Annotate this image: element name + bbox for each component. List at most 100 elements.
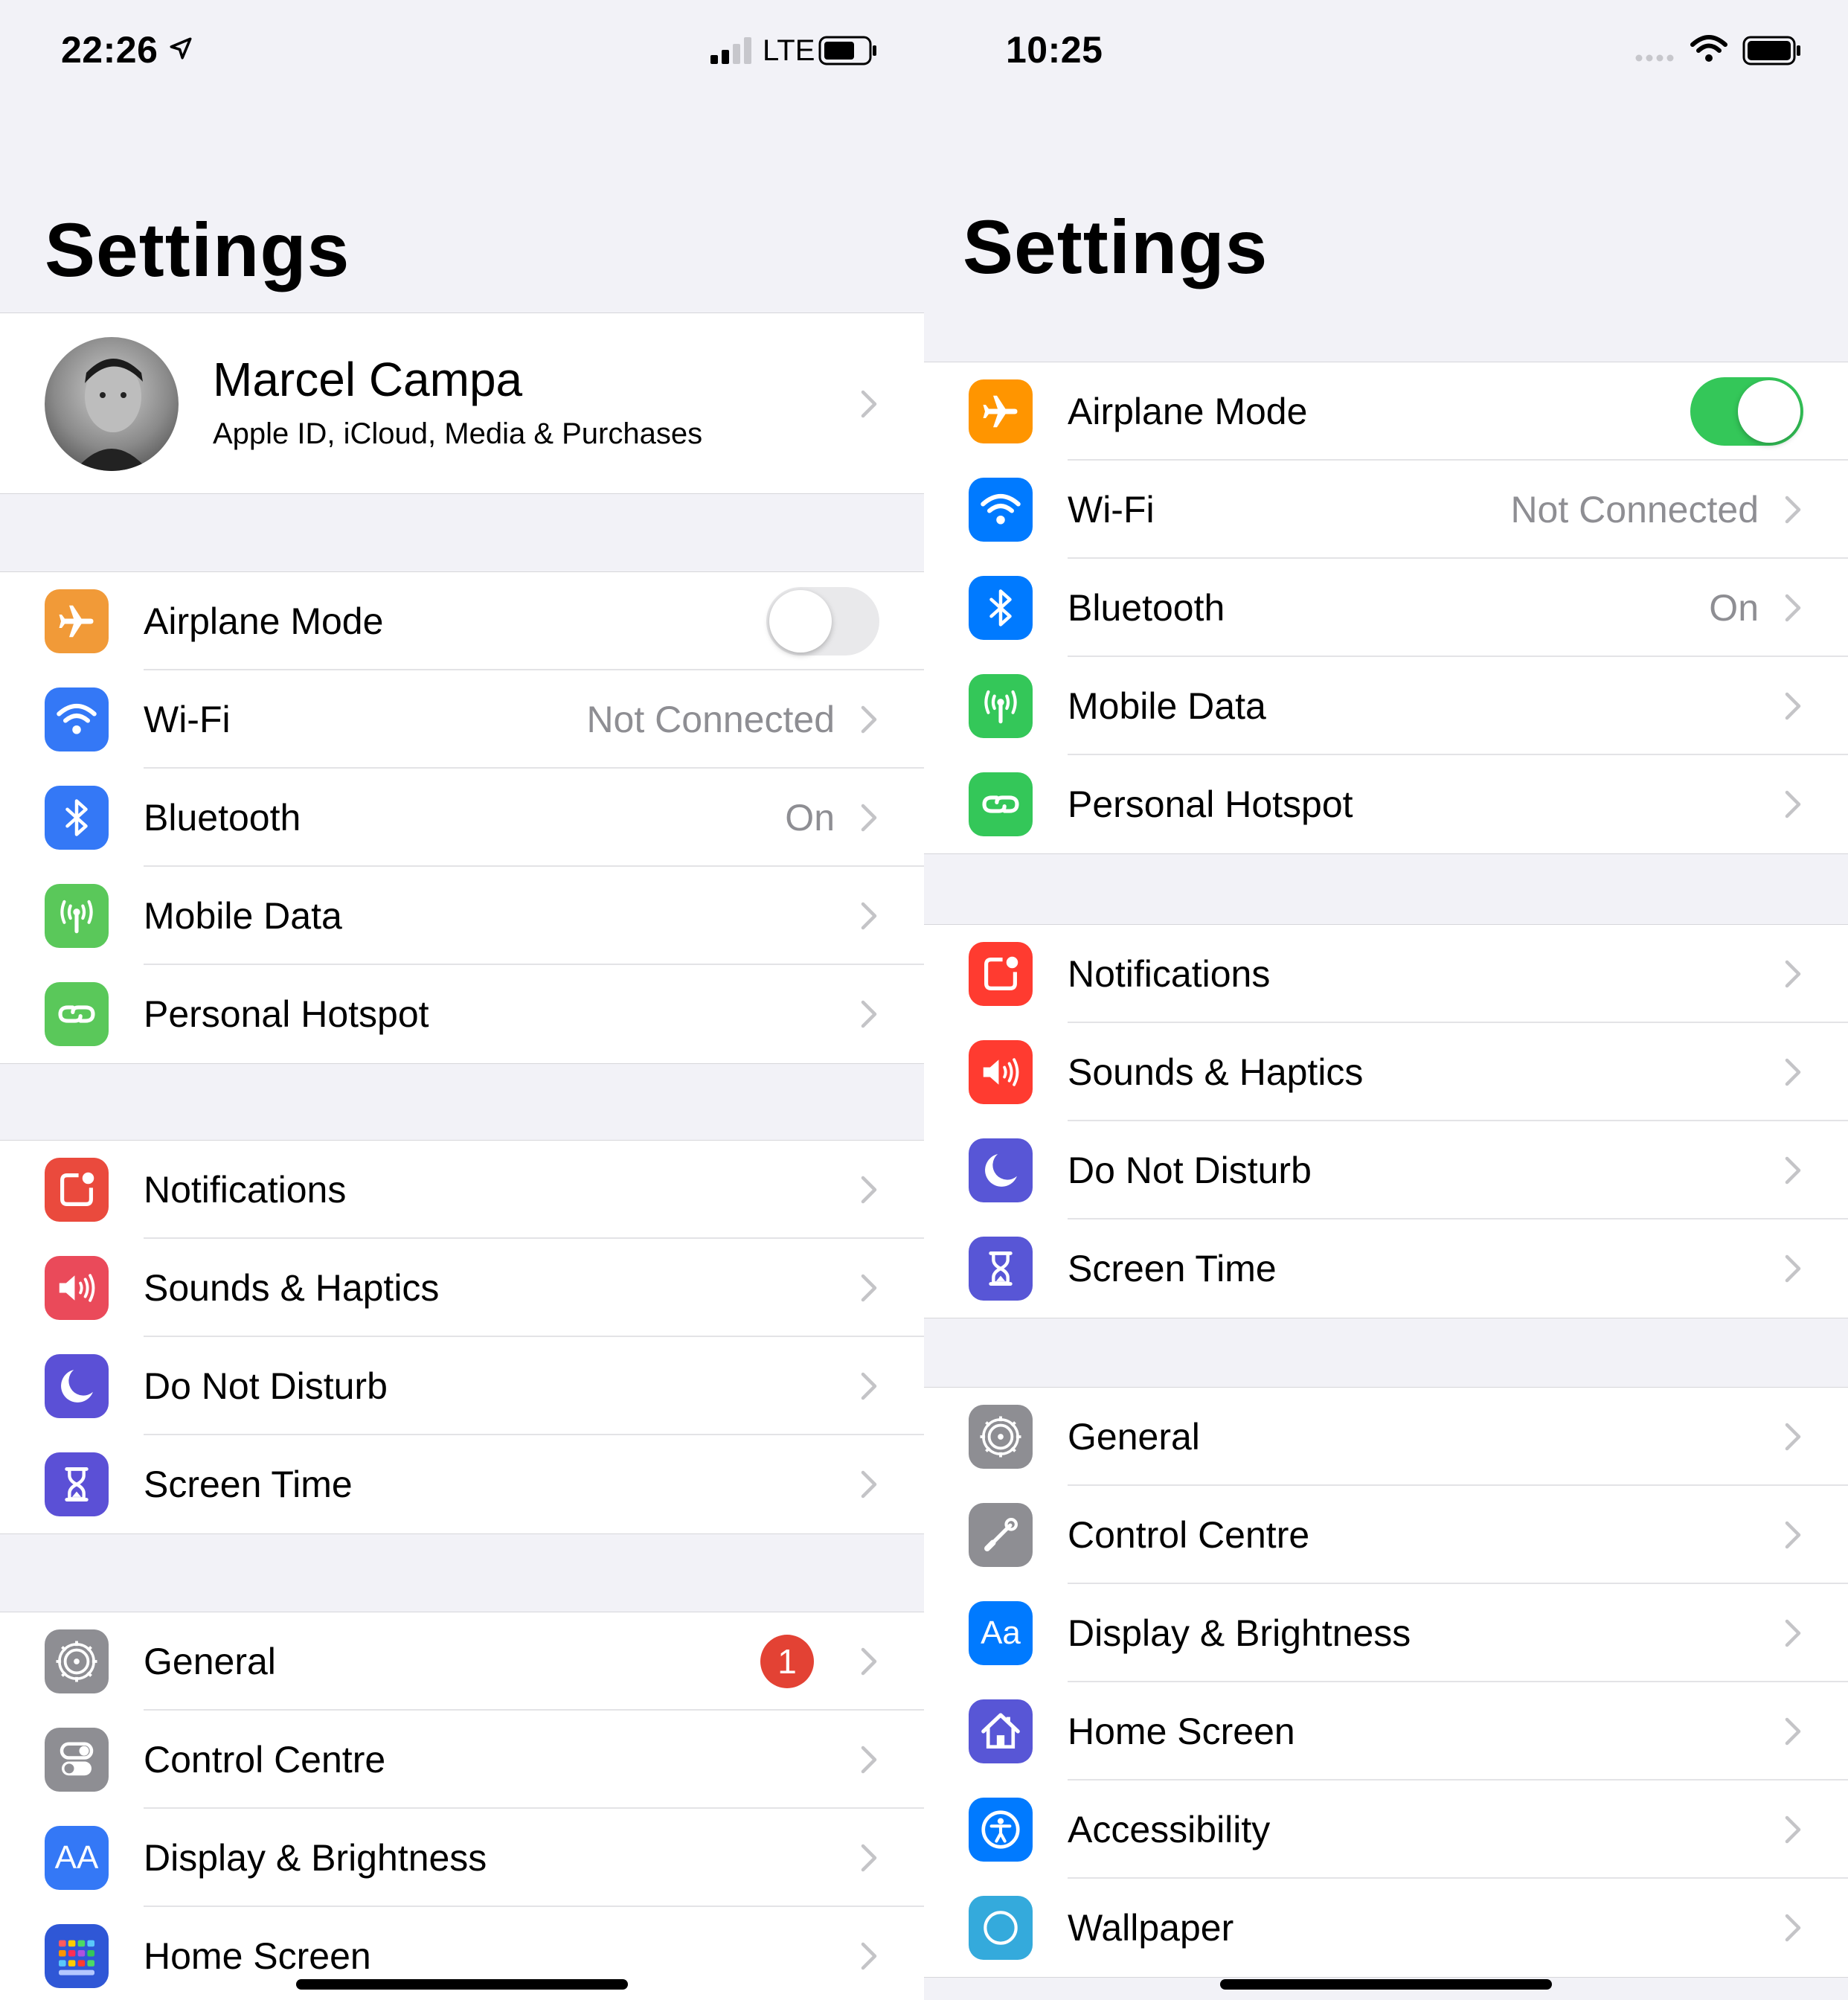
row-value: On (1709, 587, 1759, 629)
row-label: Wi-Fi (1068, 489, 1155, 531)
airplane-mode-toggle[interactable] (766, 587, 879, 656)
wifi-status-icon (1690, 35, 1727, 62)
text-size-icon: AA (45, 1826, 109, 1890)
airplane-mode-toggle[interactable] (1690, 377, 1803, 446)
battery-icon (818, 36, 876, 65)
settings-row-wi-fi[interactable]: Wi-Fi Not Connected (924, 461, 1848, 559)
settings-row-mobile-data[interactable]: Mobile Data (924, 657, 1848, 755)
settings-row-display-and-brightness[interactable]: Aa Display & Brightness (924, 1584, 1848, 1682)
chevron-right-icon (1784, 1618, 1803, 1648)
page-title: Settings (45, 208, 350, 292)
airplane-icon (969, 379, 1033, 443)
settings-row-do-not-disturb[interactable]: Do Not Disturb (0, 1337, 924, 1435)
moon-icon (969, 1138, 1033, 1202)
antenna-icon (45, 884, 109, 948)
wallpaper-icon (969, 1896, 1033, 1960)
home-indicator[interactable] (1220, 1979, 1552, 1990)
chevron-right-icon (1784, 1913, 1803, 1943)
chevron-right-icon (1784, 1717, 1803, 1746)
hotspot-icon (969, 772, 1033, 836)
row-label: Personal Hotspot (144, 993, 429, 1035)
profile-subtitle: Apple ID, iCloud, Media & Purchases (213, 417, 703, 450)
row-label: Screen Time (144, 1464, 353, 1505)
toggle-knob (769, 590, 832, 653)
text-size-icon: Aa (969, 1601, 1033, 1665)
settings-row-bluetooth[interactable]: Bluetooth On (924, 559, 1848, 657)
settings-row-control-centre[interactable]: Control Centre (0, 1711, 924, 1809)
row-label: Notifications (144, 1169, 347, 1211)
settings-screen-left: 22:26 LTE Settings Marcel Campa Apple ID… (0, 0, 924, 2000)
app-grid-icon (45, 1924, 109, 1988)
row-label: Do Not Disturb (1068, 1150, 1312, 1191)
hourglass-icon (969, 1237, 1033, 1301)
row-label: General (1068, 1416, 1200, 1458)
chevron-right-icon (1784, 1254, 1803, 1283)
row-label: Mobile Data (1068, 685, 1266, 727)
connectivity-group: Airplane Mode Wi-Fi Not Connected Bluetooth… (924, 362, 1848, 854)
settings-row-accessibility[interactable]: Accessibility (924, 1781, 1848, 1879)
chevron-right-icon (860, 1273, 879, 1303)
chevron-right-icon (1784, 1057, 1803, 1087)
toggles-icon (45, 1728, 109, 1792)
icon-glyph: AA (54, 1839, 99, 1876)
house-icon (969, 1699, 1033, 1763)
settings-row-personal-hotspot[interactable]: Personal Hotspot (924, 755, 1848, 853)
chevron-right-icon (860, 705, 879, 734)
settings-row-do-not-disturb[interactable]: Do Not Disturb (924, 1121, 1848, 1219)
chevron-right-icon (1784, 1156, 1803, 1185)
settings-row-notifications[interactable]: Notifications (0, 1141, 924, 1239)
settings-row-airplane-mode[interactable]: Airplane Mode (924, 362, 1848, 461)
settings-row-general[interactable]: General (924, 1388, 1848, 1486)
settings-row-bluetooth[interactable]: Bluetooth On (0, 769, 924, 867)
settings-row-airplane-mode[interactable]: Airplane Mode (0, 572, 924, 670)
settings-row-wallpaper[interactable]: Wallpaper (924, 1879, 1848, 1977)
chevron-right-icon (861, 390, 877, 418)
row-label: Display & Brightness (1068, 1612, 1411, 1654)
chevron-right-icon (860, 1941, 879, 1971)
chevron-right-icon (1784, 691, 1803, 721)
antenna-icon (969, 674, 1033, 738)
hourglass-icon (45, 1452, 109, 1516)
chevron-right-icon (1784, 495, 1803, 525)
page-title: Settings (963, 205, 1268, 289)
home-indicator[interactable] (296, 1979, 628, 1990)
avatar (45, 337, 179, 471)
row-label: Accessibility (1068, 1809, 1271, 1850)
chevron-right-icon (860, 1175, 879, 1205)
hotspot-icon (45, 982, 109, 1046)
row-label: General (144, 1641, 276, 1682)
chevron-right-icon (1784, 789, 1803, 819)
row-label: Bluetooth (144, 797, 301, 839)
settings-row-mobile-data[interactable]: Mobile Data (0, 867, 924, 965)
row-label: Personal Hotspot (1068, 783, 1353, 825)
bluetooth-icon (969, 576, 1033, 640)
chevron-right-icon (1784, 1422, 1803, 1452)
settings-row-screen-time[interactable]: Screen Time (924, 1219, 1848, 1318)
chevron-right-icon (1784, 959, 1803, 989)
settings-row-control-centre[interactable]: Control Centre (924, 1486, 1848, 1584)
chevron-right-icon (1784, 593, 1803, 623)
settings-row-display-and-brightness[interactable]: AA Display & Brightness (0, 1809, 924, 1907)
apple-id-row[interactable]: Marcel Campa Apple ID, iCloud, Media & P… (0, 312, 924, 494)
notifications-group: Notifications Sounds & Haptics Do Not Dist… (0, 1140, 924, 1534)
airplane-icon (45, 589, 109, 653)
settings-row-sounds-and-haptics[interactable]: Sounds & Haptics (924, 1023, 1848, 1121)
settings-row-wi-fi[interactable]: Wi-Fi Not Connected (0, 670, 924, 769)
settings-row-screen-time[interactable]: Screen Time (0, 1435, 924, 1533)
cellular-signal-icon (710, 37, 751, 64)
settings-row-home-screen[interactable]: Home Screen (924, 1682, 1848, 1781)
settings-row-personal-hotspot[interactable]: Personal Hotspot (0, 965, 924, 1063)
row-label: Wallpaper (1068, 1907, 1234, 1949)
settings-screen-right: 10:25 Settings Airplane Mode Wi-Fi Not Con… (924, 0, 1848, 2000)
chevron-right-icon (860, 1469, 879, 1499)
status-time: 22:26 (61, 29, 158, 71)
row-value: Not Connected (1510, 489, 1759, 531)
general-group: General Control Centre Aa Display & Brightn… (924, 1387, 1848, 1978)
settings-row-general[interactable]: General 1 (0, 1612, 924, 1711)
bluetooth-icon (45, 786, 109, 850)
slider-icon (969, 1503, 1033, 1567)
settings-row-notifications[interactable]: Notifications (924, 925, 1848, 1023)
notifications-group: Notifications Sounds & Haptics Do Not Dist… (924, 924, 1848, 1318)
settings-row-sounds-and-haptics[interactable]: Sounds & Haptics (0, 1239, 924, 1337)
wifi-icon (45, 688, 109, 751)
